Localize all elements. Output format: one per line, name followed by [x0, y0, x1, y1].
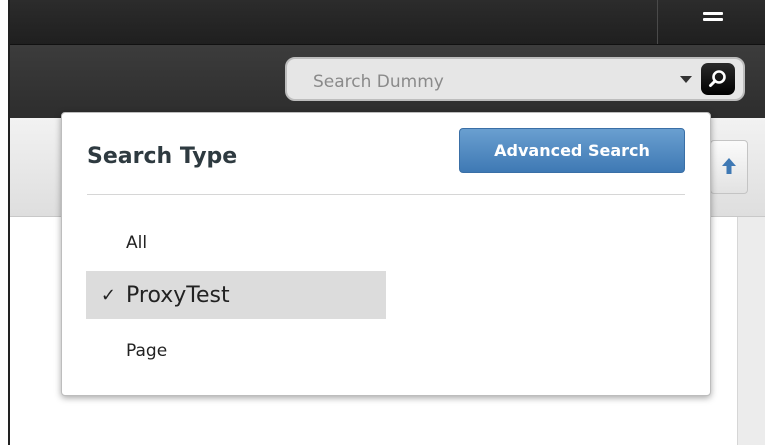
check-icon: ✓ — [100, 284, 116, 306]
search-input[interactable] — [311, 67, 675, 97]
search-type-option-all[interactable]: All — [86, 219, 386, 267]
topbar-divider — [657, 0, 658, 44]
chevron-down-icon[interactable] — [680, 76, 692, 83]
search-type-option-page[interactable]: Page — [86, 327, 386, 375]
option-label: Page — [126, 341, 168, 361]
option-label: All — [126, 233, 148, 253]
option-label: ProxyTest — [126, 282, 230, 308]
search-box — [285, 57, 745, 101]
search-icon — [709, 70, 726, 87]
popover-title: Search Type — [87, 144, 238, 169]
arrow-up-icon — [722, 158, 736, 174]
search-type-option-proxytest[interactable]: ✓ ProxyTest — [86, 271, 386, 319]
top-bar — [10, 0, 765, 45]
search-bar — [10, 45, 765, 118]
divider — [87, 194, 685, 195]
scrollbar[interactable] — [737, 217, 765, 445]
search-type-popover: Search Type Advanced Search All ✓ ProxyT… — [61, 112, 711, 396]
advanced-search-button[interactable]: Advanced Search — [459, 128, 685, 173]
search-button[interactable] — [701, 63, 735, 95]
menu-icon[interactable] — [703, 12, 723, 24]
toolbar-button[interactable] — [710, 140, 748, 194]
